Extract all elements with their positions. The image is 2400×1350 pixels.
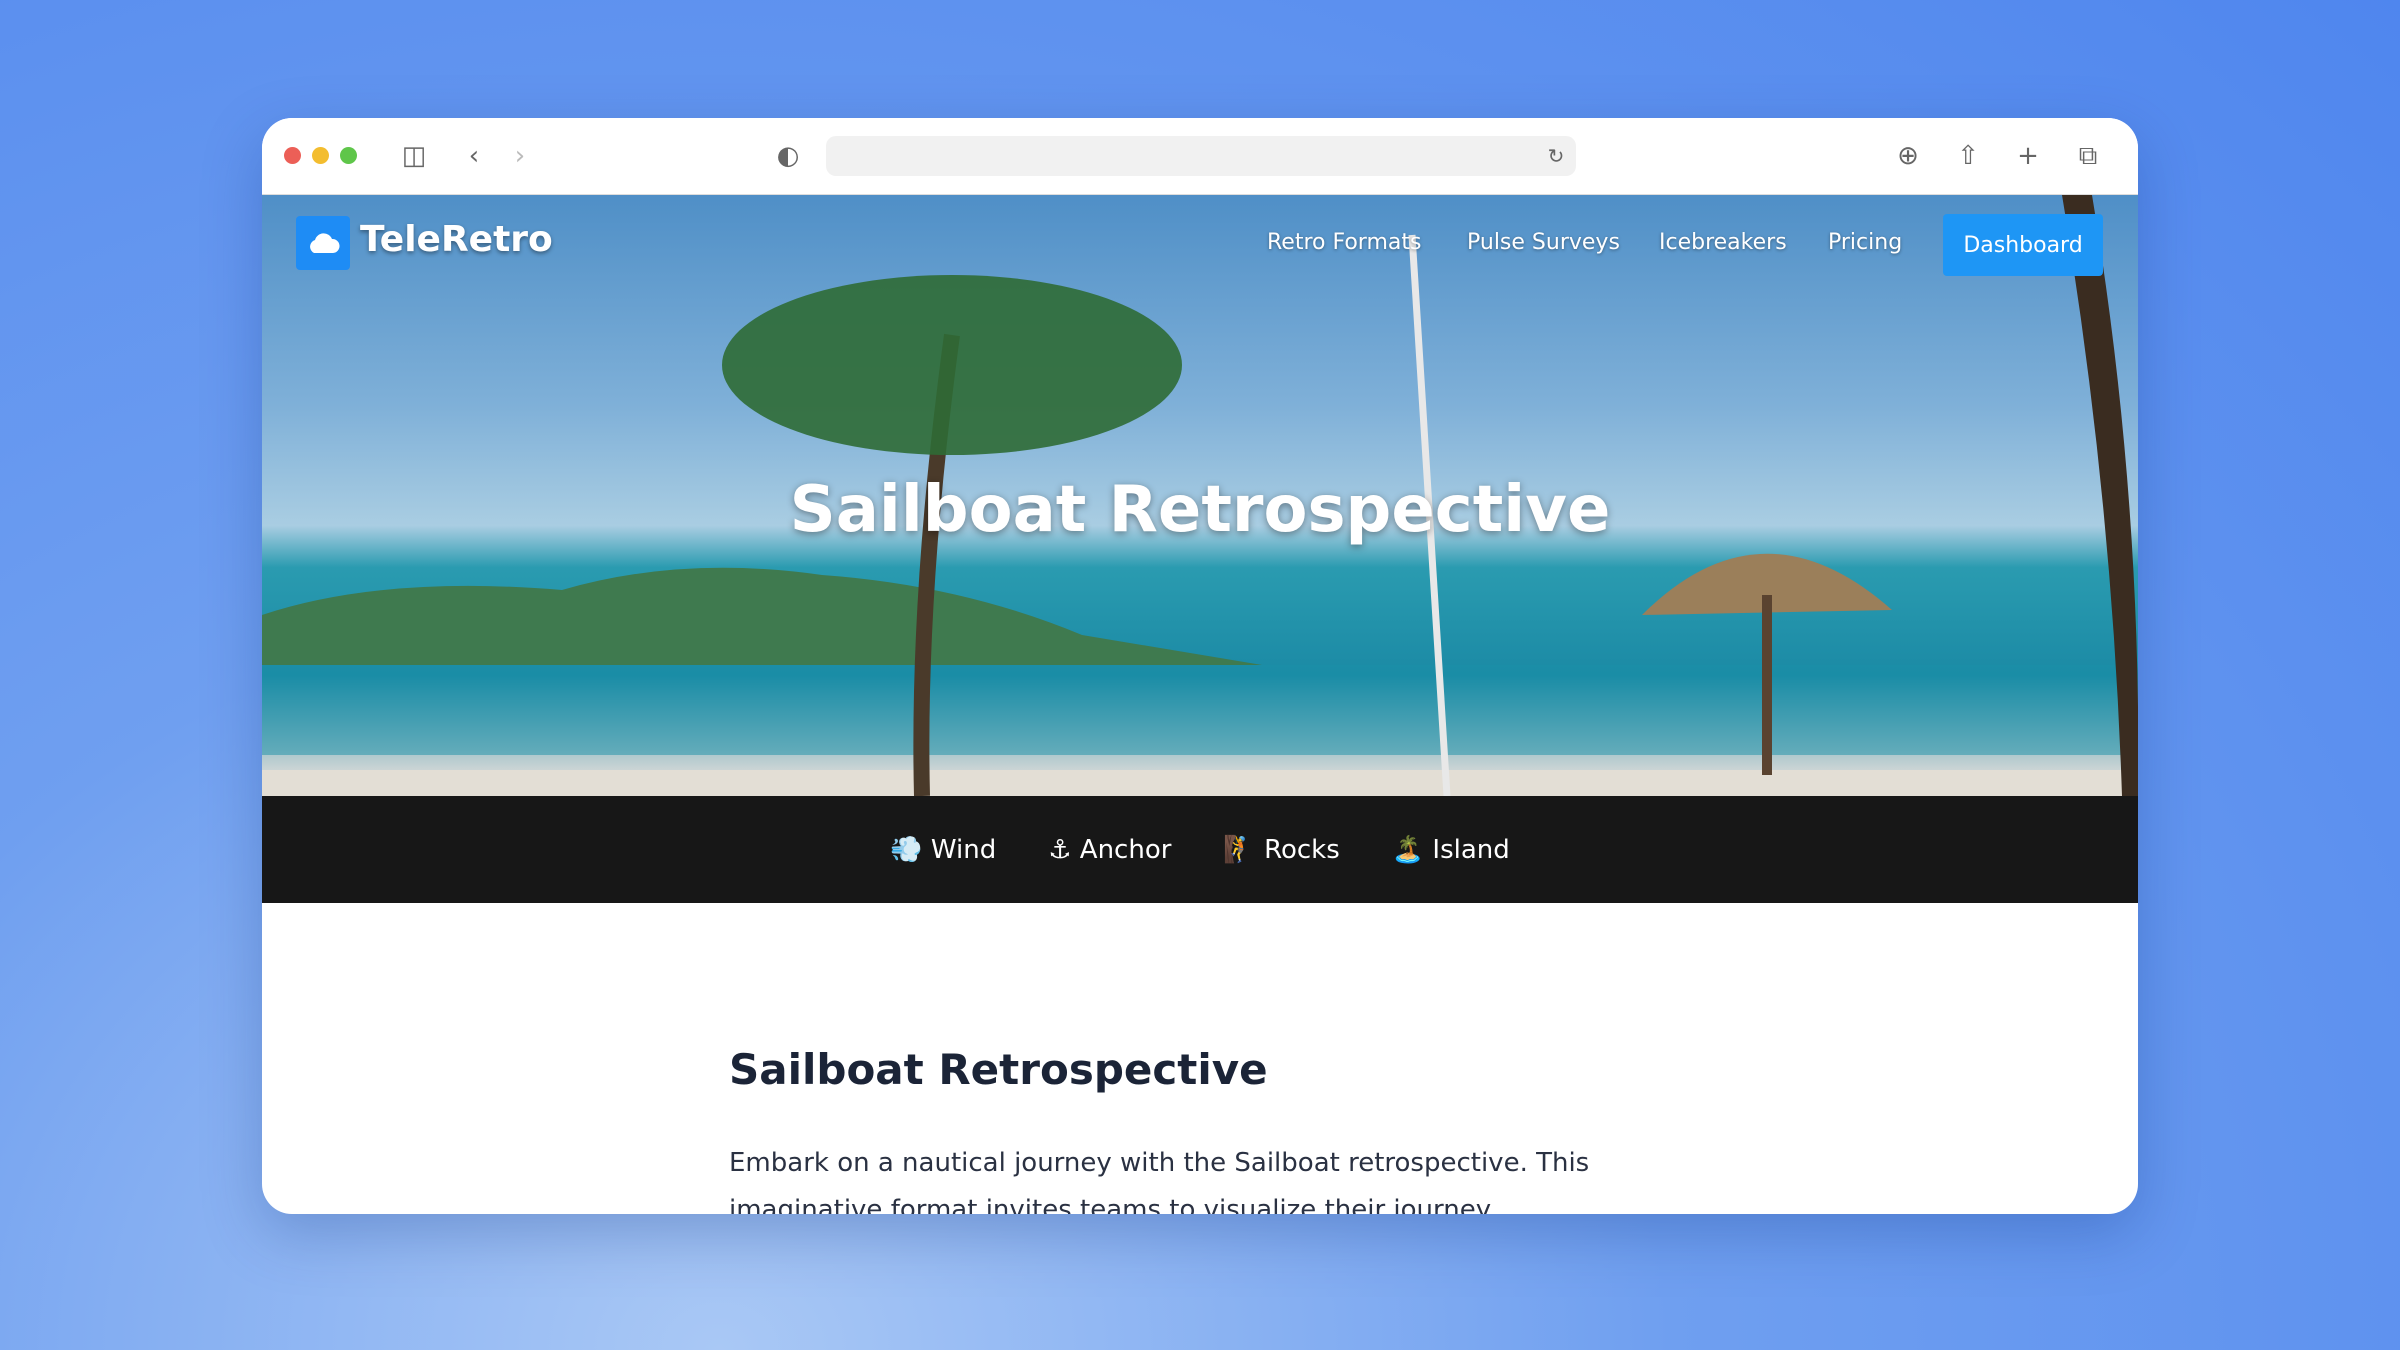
forward-icon[interactable]: › xyxy=(504,140,536,172)
share-icon[interactable]: ⇧ xyxy=(1952,140,1984,172)
dashboard-button[interactable]: Dashboard xyxy=(1943,214,2103,276)
browser-window: ◫ ‹ › ◐ ↻ ⊕ ⇧ + ⧉ TeleRetro Retro Format… xyxy=(262,118,2138,1214)
hero-title: Sailboat Retrospective xyxy=(789,473,1611,547)
brand-name[interactable]: TeleRetro xyxy=(360,219,553,260)
zoom-window-button[interactable] xyxy=(340,147,357,164)
nav-link-pricing[interactable]: Pricing xyxy=(1828,230,1902,255)
site-nav: TeleRetro Retro Formats Pulse Surveys Ic… xyxy=(262,195,2138,295)
anchor-icon: ⚓ xyxy=(1048,834,1072,865)
element-island: 🏝️ Island xyxy=(1392,835,1510,865)
tabs-icon[interactable]: ⧉ xyxy=(2072,140,2104,172)
nav-link-icebreakers[interactable]: Icebreakers xyxy=(1659,230,1787,255)
close-window-button[interactable] xyxy=(284,147,301,164)
back-icon[interactable]: ‹ xyxy=(458,140,490,172)
main-content: Sailboat Retrospective Embark on a nauti… xyxy=(262,1045,2138,1214)
element-wind: 💨 Wind xyxy=(890,835,996,865)
nav-link-retro-formats[interactable]: Retro Formats xyxy=(1267,230,1421,255)
element-label: Wind xyxy=(930,834,997,865)
nav-link-pulse-surveys[interactable]: Pulse Surveys xyxy=(1467,230,1620,255)
element-label: Anchor xyxy=(1079,834,1172,865)
shield-icon[interactable]: ◐ xyxy=(772,140,804,172)
download-icon[interactable]: ⊕ xyxy=(1892,140,1924,172)
section-heading: Sailboat Retrospective xyxy=(729,1045,1268,1094)
new-tab-icon[interactable]: + xyxy=(2012,140,2044,172)
browser-toolbar: ◫ ‹ › ◐ ↻ ⊕ ⇧ + ⧉ xyxy=(262,118,2138,195)
island-icon: 🏝️ xyxy=(1391,834,1425,865)
climber-icon: 🧗 xyxy=(1223,834,1256,865)
element-rocks: 🧗 Rocks xyxy=(1223,835,1339,865)
sidebar-icon[interactable]: ◫ xyxy=(398,140,430,172)
reload-icon[interactable]: ↻ xyxy=(1540,140,1572,172)
element-label: Rocks xyxy=(1264,834,1340,865)
hero-banner: TeleRetro Retro Formats Pulse Surveys Ic… xyxy=(262,195,2138,796)
sailboat-elements-bar: 💨 Wind ⚓ Anchor 🧗 Rocks 🏝️ Island xyxy=(262,796,2138,903)
element-label: Island xyxy=(1432,834,1510,865)
element-anchor: ⚓ Anchor xyxy=(1048,835,1171,865)
intro-paragraph: Embark on a nautical journey with the Sa… xyxy=(729,1148,1590,1214)
address-bar[interactable]: ↻ xyxy=(826,136,1576,176)
wind-icon: 💨 xyxy=(890,834,923,865)
cloud-logo-icon[interactable] xyxy=(296,216,350,270)
minimize-window-button[interactable] xyxy=(312,147,329,164)
